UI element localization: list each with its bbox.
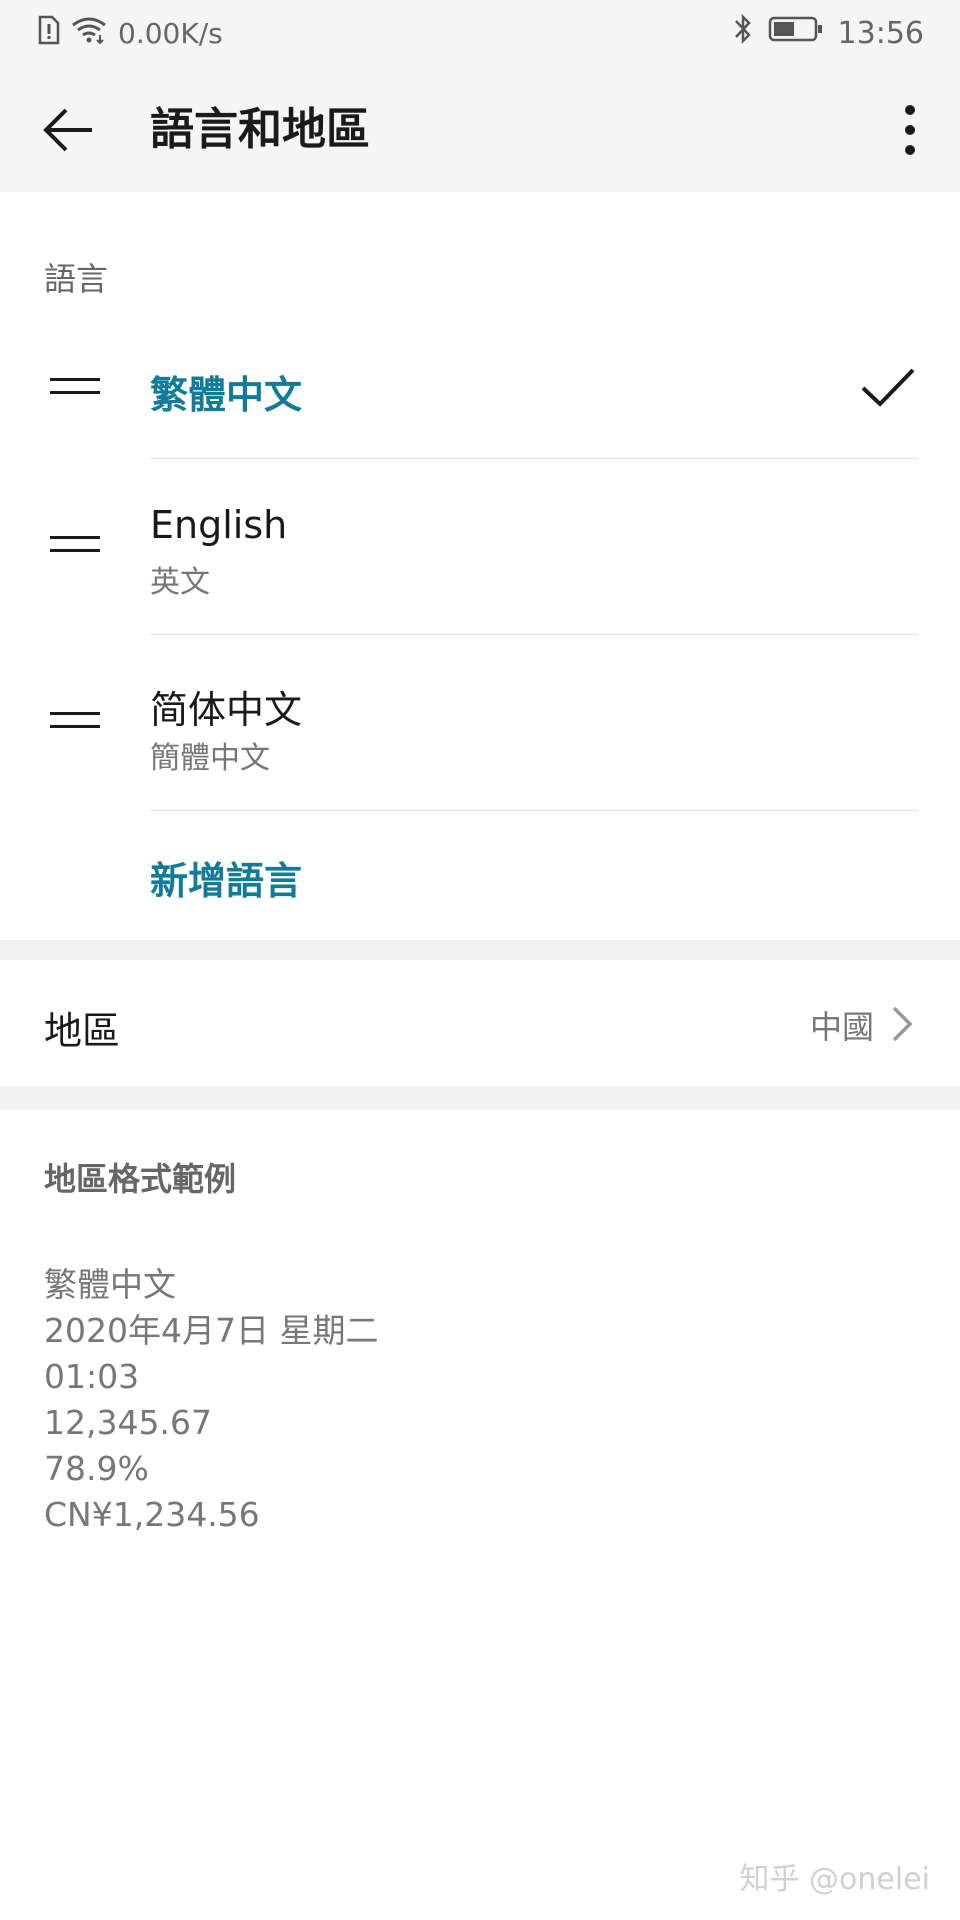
status-right: 13:56	[732, 13, 924, 53]
language-primary-label: English	[150, 503, 288, 547]
network-speed: 0.00K/s	[118, 16, 223, 50]
example-percent: 78.9%	[44, 1449, 149, 1488]
app-bar: 語言和地區	[0, 66, 960, 192]
language-item-traditional-chinese[interactable]: 繁體中文	[0, 342, 960, 458]
bluetooth-icon	[732, 13, 754, 53]
language-primary-label: 繁體中文	[150, 373, 303, 417]
drag-handle-icon[interactable]	[50, 712, 100, 736]
watermark: 知乎 @onelei	[739, 1862, 931, 1897]
region-label: 地區	[44, 1009, 121, 1053]
format-examples-label: 地區格式範例	[44, 1160, 237, 1198]
drag-handle-icon[interactable]	[50, 536, 100, 560]
back-button[interactable]	[40, 100, 100, 160]
language-item-simplified-chinese[interactable]: 简体中文 簡體中文	[0, 635, 960, 810]
format-examples-list: 繁體中文 2020年4月7日 星期二 01:03 12,345.67 78.9%…	[44, 1262, 378, 1538]
language-item-english[interactable]: English 英文	[0, 459, 960, 634]
battery-icon	[768, 15, 824, 51]
example-time: 01:03	[44, 1357, 140, 1396]
clock: 13:56	[837, 15, 924, 51]
language-secondary-label: 簡體中文	[150, 741, 270, 776]
region-row[interactable]: 地區 中國	[0, 960, 960, 1086]
add-language-button[interactable]: 新增語言	[150, 850, 302, 905]
drag-handle-icon[interactable]	[50, 378, 100, 402]
example-date: 2020年4月7日 星期二	[44, 1311, 379, 1350]
section-divider	[0, 940, 960, 960]
section-divider	[0, 1086, 960, 1110]
wifi-icon	[70, 15, 108, 52]
chevron-right-icon	[892, 1006, 913, 1042]
page-title: 語言和地區	[150, 104, 370, 155]
language-primary-label: 简体中文	[150, 688, 303, 732]
more-vertical-icon	[905, 105, 915, 155]
more-options-button[interactable]	[888, 100, 932, 160]
status-left: 0.00K/s	[36, 14, 223, 52]
example-number: 12,345.67	[44, 1403, 212, 1442]
arrow-left-icon	[43, 108, 92, 152]
checkmark-icon	[861, 368, 915, 407]
example-currency: CN¥1,234.56	[44, 1495, 260, 1534]
language-secondary-label: 英文	[150, 565, 210, 600]
region-value: 中國	[809, 1008, 874, 1046]
status-bar: 0.00K/s 13:56	[0, 0, 960, 66]
sim-alert-icon	[36, 15, 60, 52]
divider	[150, 810, 918, 811]
languages-section-label: 語言	[44, 260, 109, 298]
example-language: 繁體中文	[44, 1265, 176, 1304]
